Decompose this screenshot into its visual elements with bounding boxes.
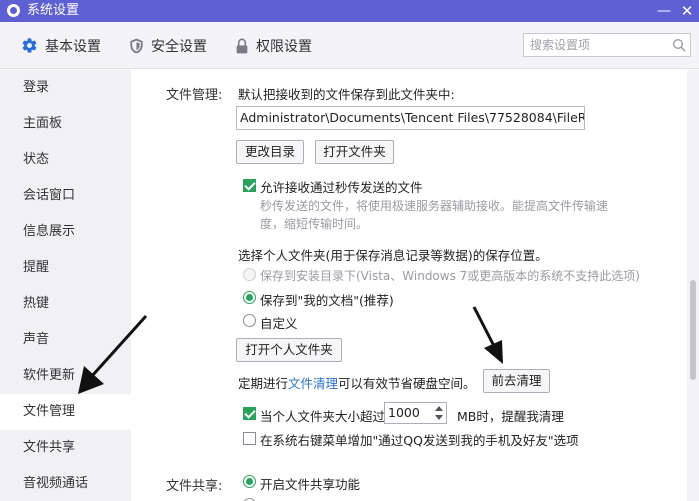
sidebar-item-hotkeys[interactable]: 热键 [0,286,131,322]
search-icon[interactable] [672,38,687,53]
file-management-section-label: 文件管理: [166,88,223,103]
size-threshold-value: 1000 [388,405,420,420]
sidebar-item-reminders[interactable]: 提醒 [0,250,131,286]
save-to-my-documents-radio[interactable] [243,291,256,304]
context-menu-option-checkbox[interactable] [243,432,256,445]
sidebar-item-status[interactable]: 状态 [0,142,131,178]
custom-location-label: 自定义 [260,316,298,331]
change-directory-button[interactable]: 更改目录 [236,140,304,164]
cleanup-hint: 定期进行文件清理可以有效节省硬盘空间。 [238,373,476,392]
allow-fast-transfer-checkbox[interactable] [243,179,256,192]
size-reminder-prefix: 当个人文件夹大小超过 [260,409,386,424]
window-title: 系统设置 [27,3,80,18]
size-reminder-checkbox[interactable] [243,407,256,420]
search-box[interactable] [523,33,691,57]
tab-basic-label: 基本设置 [45,38,101,55]
sidebar-item-login[interactable]: 登录 [0,70,131,106]
allow-fast-transfer-label: 允许接收通过秒传发送的文件 [260,180,423,195]
sidebar-item-software-update[interactable]: 软件更新 [0,358,131,394]
enable-file-sharing-label: 开启文件共享功能 [260,477,361,492]
search-input[interactable] [530,36,665,54]
gear-icon [22,38,37,53]
cleanup-prefix: 定期进行 [238,376,289,391]
sidebar-item-chat-window[interactable]: 会话窗口 [0,178,131,214]
fast-transfer-note-line2: 度，缩短传输时间。 [260,217,369,231]
sidebar-item-info-display[interactable]: 信息展示 [0,214,131,250]
cleanup-suffix: 可以有效节省硬盘空间。 [338,376,476,391]
stepper-arrows-icon[interactable] [434,404,444,422]
title-bar: 系统设置 — ✕ [0,0,699,22]
personal-folder-description: 选择个人文件夹(用于保存消息记录等数据)的保存位置。 [238,248,548,263]
content-scrollbar[interactable] [687,70,699,501]
sidebar-item-av-calls[interactable]: 音视频通话 [0,466,131,501]
save-folder-description: 默认把接收到的文件保存到此文件夹中: [238,87,455,102]
app-logo-icon [7,4,20,17]
size-threshold-stepper[interactable]: 1000 [384,402,447,424]
tab-security-settings[interactable]: 安全设置 [129,22,207,69]
shield-icon [130,38,143,53]
go-clean-button[interactable]: 前去清理 [483,369,550,393]
receive-folder-path-value: Administrator\Documents\Tencent Files\77… [240,110,585,125]
context-menu-option-label: 在系统右键菜单增加"通过QQ发送到我的手机及好友"选项 [260,433,579,448]
tab-security-label: 安全设置 [151,38,207,55]
settings-tab-bar: 基本设置 安全设置 权限设置 [0,22,699,69]
tab-permission-settings[interactable]: 权限设置 [235,22,312,69]
size-reminder-suffix: MB时，提醒我清理 [457,409,564,424]
file-cleanup-link[interactable]: 文件清理 [288,376,338,391]
scrollbar-thumb[interactable] [690,280,696,380]
sidebar-item-sound[interactable]: 声音 [0,322,131,358]
save-to-my-documents-label: 保存到"我的文档"(推荐) [260,293,394,308]
file-management-panel: 文件管理: 默认把接收到的文件保存到此文件夹中: Administrator\D… [131,70,687,501]
save-to-install-dir-label: 保存到安装目录下(Vista、Windows 7或更高版本的系统不支持此选项) [260,269,640,283]
tab-basic-settings[interactable]: 基本设置 [21,22,101,69]
sidebar-item-main-panel[interactable]: 主面板 [0,106,131,142]
sidebar-item-file-sharing[interactable]: 文件共享 [0,430,131,466]
receive-folder-path-field[interactable]: Administrator\Documents\Tencent Files\77… [236,106,585,130]
enable-file-sharing-radio[interactable] [243,475,256,488]
lock-icon [236,38,248,53]
fast-transfer-note-line1: 秒传发送的文件，将使用极速服务器辅助接收。能提高文件传输速 [260,199,609,213]
settings-sidebar: 登录 主面板 状态 会话窗口 信息展示 提醒 热键 声音 软件更新 文件管理 文… [0,70,131,501]
minimize-button[interactable]: — [653,0,675,22]
custom-location-radio[interactable] [243,314,256,327]
open-folder-button[interactable]: 打开文件夹 [315,140,394,164]
open-personal-folder-button[interactable]: 打开个人文件夹 [236,338,342,362]
tab-permission-label: 权限设置 [256,38,312,55]
file-sharing-section-label: 文件共享: [166,479,223,494]
save-to-install-dir-radio [243,268,256,281]
close-button[interactable]: ✕ [676,0,698,22]
sidebar-item-file-management[interactable]: 文件管理 [0,394,131,430]
